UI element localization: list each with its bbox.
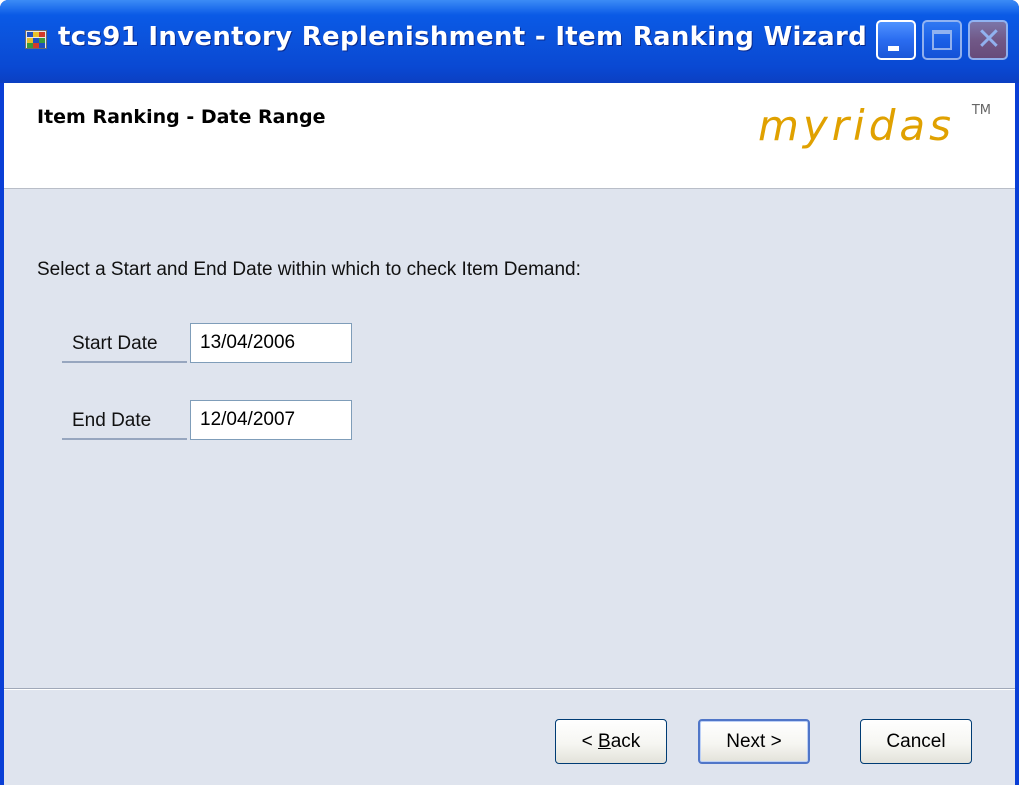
minimize-button[interactable]	[876, 20, 916, 60]
back-button-prefix: <	[581, 731, 599, 752]
wizard-client-area: Item Ranking - Date Range myridas TM Sel…	[4, 83, 1015, 785]
wizard-window: tcs91 Inventory Replenishment - Item Ran…	[0, 0, 1019, 785]
window-title: tcs91 Inventory Replenishment - Item Ran…	[58, 22, 868, 52]
myridas-logo: myridas	[758, 101, 955, 150]
end-date-input[interactable]	[190, 400, 352, 440]
start-date-row: Start Date	[62, 323, 352, 363]
wizard-header: Item Ranking - Date Range myridas TM	[4, 83, 1015, 189]
end-date-label-box: End Date	[62, 400, 187, 440]
back-button-rest: ack	[610, 731, 641, 752]
close-icon: ✕	[976, 22, 1002, 57]
maximize-button[interactable]	[922, 20, 962, 60]
start-date-label: Start Date	[72, 333, 158, 354]
end-date-label: End Date	[72, 410, 152, 431]
close-button[interactable]: ✕	[968, 20, 1008, 60]
page-title: Item Ranking - Date Range	[37, 106, 326, 128]
title-bar[interactable]: tcs91 Inventory Replenishment - Item Ran…	[0, 0, 1019, 83]
next-button[interactable]: Next >	[698, 719, 810, 764]
start-date-label-box: Start Date	[62, 323, 187, 363]
start-date-input[interactable]	[190, 323, 352, 363]
instruction-text: Select a Start and End Date within which…	[37, 259, 581, 280]
back-button[interactable]: < Back	[555, 719, 667, 764]
back-button-mnemonic: B	[598, 731, 611, 752]
app-grid-icon[interactable]	[25, 30, 47, 49]
end-date-row: End Date	[62, 400, 352, 440]
trademark-mark: TM	[971, 103, 991, 118]
minimize-icon	[888, 46, 899, 51]
cancel-button[interactable]: Cancel	[860, 719, 972, 764]
maximize-icon	[932, 30, 952, 50]
footer-divider	[4, 688, 1015, 690]
